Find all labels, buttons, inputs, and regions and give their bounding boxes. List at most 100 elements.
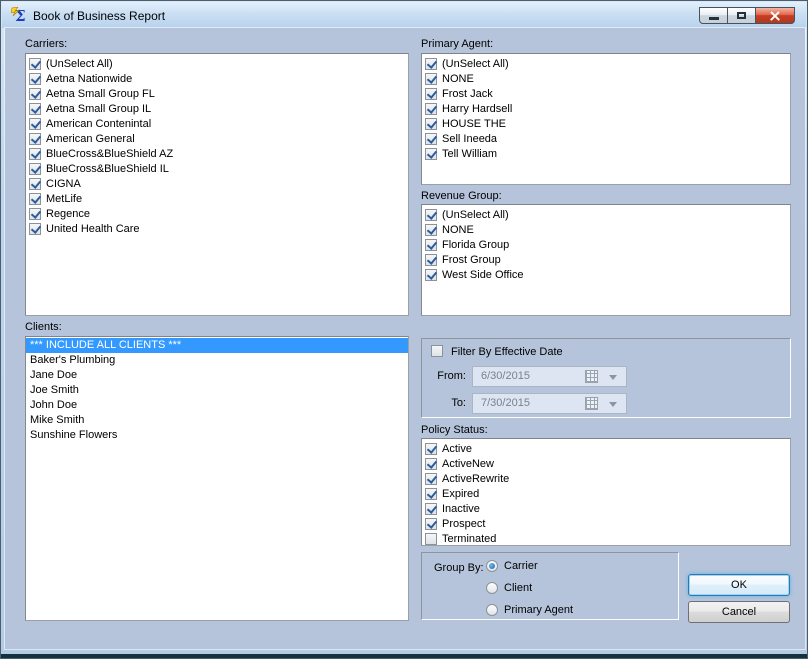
- checklist-item[interactable]: Prospect: [422, 516, 790, 531]
- chevron-down-icon[interactable]: [609, 375, 617, 380]
- checkbox-icon[interactable]: [29, 163, 41, 175]
- checkbox-icon[interactable]: [29, 208, 41, 220]
- checklist-item[interactable]: West Side Office: [422, 267, 790, 282]
- checklist-item[interactable]: Tell William: [422, 146, 790, 161]
- ok-button[interactable]: OK: [688, 574, 790, 596]
- minimize-button[interactable]: [699, 7, 728, 24]
- checkbox-icon[interactable]: [29, 73, 41, 85]
- list-item[interactable]: Jane Doe: [26, 368, 408, 383]
- primary-agent-label: Primary Agent:: [421, 38, 493, 50]
- checkbox-icon[interactable]: [29, 223, 41, 235]
- checklist-item[interactable]: Florida Group: [422, 237, 790, 252]
- checkbox-icon[interactable]: [425, 58, 437, 70]
- checklist-item[interactable]: ActiveNew: [422, 456, 790, 471]
- checkbox-icon[interactable]: [29, 58, 41, 70]
- checkbox-icon[interactable]: [425, 488, 437, 500]
- to-date-picker[interactable]: 7/30/2015: [472, 393, 627, 414]
- radio-option[interactable]: Primary Agent: [486, 599, 573, 621]
- checklist-item[interactable]: Sell Ineeda: [422, 131, 790, 146]
- checklist-item[interactable]: CIGNA: [26, 176, 408, 191]
- checkbox-icon[interactable]: [425, 73, 437, 85]
- checklist-item-label: Tell William: [437, 148, 497, 160]
- checklist-item[interactable]: Expired: [422, 486, 790, 501]
- radio-option-label: Carrier: [498, 560, 538, 572]
- policy-status-label: Policy Status:: [421, 424, 488, 436]
- checklist-item[interactable]: (UnSelect All): [422, 207, 790, 222]
- checkbox-icon[interactable]: [29, 88, 41, 100]
- maximize-button[interactable]: [727, 7, 756, 24]
- checklist-item[interactable]: NONE: [422, 222, 790, 237]
- list-item[interactable]: *** INCLUDE ALL CLIENTS ***: [26, 338, 408, 353]
- checklist-item[interactable]: HOUSE THE: [422, 116, 790, 131]
- checklist-item[interactable]: (UnSelect All): [422, 56, 790, 71]
- checkbox-icon[interactable]: [425, 503, 437, 515]
- checklist-item[interactable]: MetLife: [26, 191, 408, 206]
- checkbox-icon[interactable]: [29, 103, 41, 115]
- checklist-item[interactable]: Aetna Small Group IL: [26, 101, 408, 116]
- filter-by-effective-date-checkbox[interactable]: [431, 345, 443, 357]
- checklist-item[interactable]: Terminated: [422, 531, 790, 546]
- window-bottom-edge: [1, 654, 807, 658]
- checklist-item[interactable]: American Contenintal: [26, 116, 408, 131]
- checklist-item[interactable]: ActiveRewrite: [422, 471, 790, 486]
- radio-icon[interactable]: [486, 582, 498, 594]
- group-by-options: Carrier ClientPrimary Agent: [486, 555, 573, 621]
- checklist-item[interactable]: BlueCross&BlueShield IL: [26, 161, 408, 176]
- checkbox-icon[interactable]: [425, 103, 437, 115]
- checklist-item[interactable]: Aetna Small Group FL: [26, 86, 408, 101]
- cancel-button[interactable]: Cancel: [688, 601, 790, 623]
- checklist-item[interactable]: BlueCross&BlueShield AZ: [26, 146, 408, 161]
- list-item[interactable]: Sunshine Flowers: [26, 428, 408, 443]
- checklist-item[interactable]: Harry Hardsell: [422, 101, 790, 116]
- checkbox-icon[interactable]: [425, 254, 437, 266]
- checkbox-icon[interactable]: [425, 443, 437, 455]
- radio-option[interactable]: Carrier: [486, 555, 573, 577]
- radio-icon[interactable]: [486, 560, 498, 572]
- checkbox-icon[interactable]: [29, 118, 41, 130]
- radio-icon[interactable]: [486, 604, 498, 616]
- checklist-item[interactable]: Aetna Nationwide: [26, 71, 408, 86]
- checklist-item[interactable]: Active: [422, 441, 790, 456]
- checklist-item[interactable]: Frost Group: [422, 252, 790, 267]
- checkbox-icon[interactable]: [425, 224, 437, 236]
- checkbox-icon[interactable]: [29, 148, 41, 160]
- close-button[interactable]: [755, 7, 795, 24]
- checklist-item[interactable]: Regence: [26, 206, 408, 221]
- checkbox-icon[interactable]: [425, 458, 437, 470]
- checkbox-icon[interactable]: [425, 118, 437, 130]
- checklist-item[interactable]: NONE: [422, 71, 790, 86]
- checkbox-icon[interactable]: [425, 239, 437, 251]
- list-item[interactable]: John Doe: [26, 398, 408, 413]
- chevron-down-icon[interactable]: [609, 402, 617, 407]
- checkbox-icon[interactable]: [425, 133, 437, 145]
- revenue-group-list[interactable]: (UnSelect All)NONEFlorida GroupFrost Gro…: [421, 204, 791, 316]
- policy-status-list[interactable]: ActiveActiveNew ActiveRewriteExpiredInact…: [421, 438, 791, 546]
- checkbox-icon[interactable]: [29, 133, 41, 145]
- carriers-list[interactable]: (UnSelect All)Aetna NationwideAetna Smal…: [25, 53, 409, 316]
- list-item[interactable]: Joe Smith: [26, 383, 408, 398]
- radio-option[interactable]: Client: [486, 577, 573, 599]
- list-item[interactable]: Baker's Plumbing: [26, 353, 408, 368]
- list-item[interactable]: Mike Smith: [26, 413, 408, 428]
- from-date-picker[interactable]: 6/30/2015: [472, 366, 627, 387]
- checkbox-icon[interactable]: [425, 518, 437, 530]
- checklist-item[interactable]: Frost Jack: [422, 86, 790, 101]
- checklist-item[interactable]: United Health Care: [26, 221, 408, 236]
- checkbox-icon[interactable]: [425, 473, 437, 485]
- checklist-item[interactable]: Inactive: [422, 501, 790, 516]
- checkbox-icon[interactable]: [425, 533, 437, 545]
- checkbox-icon[interactable]: [29, 193, 41, 205]
- checkbox-icon[interactable]: [425, 209, 437, 221]
- checklist-item-label: Terminated: [437, 533, 496, 545]
- title-bar[interactable]: Σ Book of Business Report: [2, 2, 806, 28]
- clients-list[interactable]: *** INCLUDE ALL CLIENTS ***Baker's Plumb…: [25, 336, 409, 621]
- checklist-item-label: ActiveRewrite: [437, 473, 509, 485]
- checkbox-icon[interactable]: [425, 269, 437, 281]
- primary-agent-list[interactable]: (UnSelect All)NONEFrost JackHarry Hardse…: [421, 53, 791, 185]
- checklist-item-label: West Side Office: [437, 269, 524, 281]
- checklist-item[interactable]: American General: [26, 131, 408, 146]
- checklist-item[interactable]: (UnSelect All): [26, 56, 408, 71]
- checkbox-icon[interactable]: [425, 148, 437, 160]
- checkbox-icon[interactable]: [29, 178, 41, 190]
- checkbox-icon[interactable]: [425, 88, 437, 100]
